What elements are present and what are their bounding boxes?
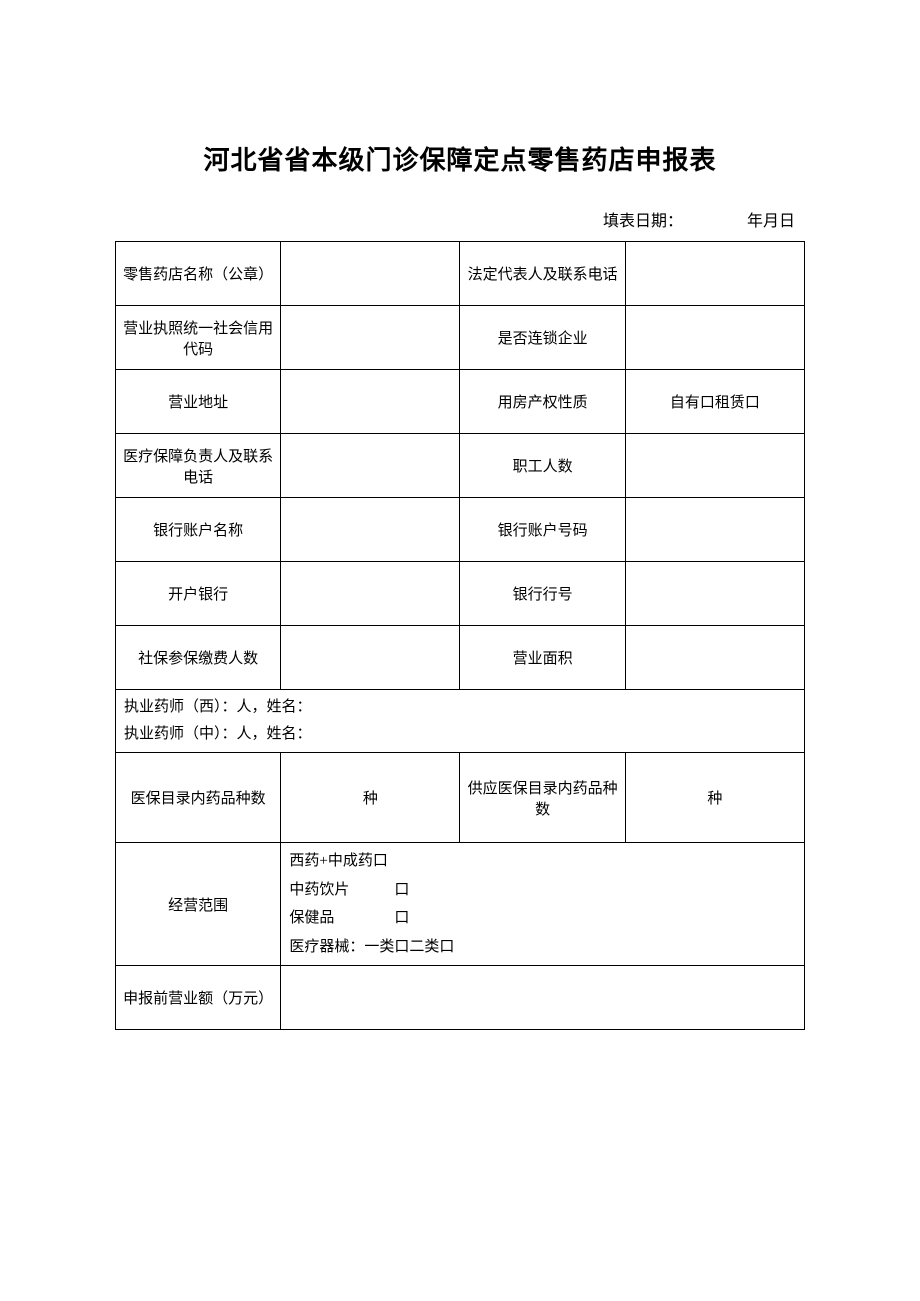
- table-row: 银行账户名称 银行账户号码: [116, 498, 805, 562]
- field-supply-drug-types[interactable]: 种: [625, 753, 804, 843]
- table-row-scope: 经营范围 西药+中成药口 中药饮片 口 保健品 口 医疗器械：一类口二类口: [116, 843, 805, 966]
- table-row: 医疗保障负责人及联系电话 职工人数: [116, 434, 805, 498]
- scope-line-1: 西药+中成药口: [289, 847, 798, 876]
- label-business-scope: 经营范围: [116, 843, 281, 966]
- field-legal-rep[interactable]: [625, 242, 804, 306]
- field-is-chain[interactable]: [625, 306, 804, 370]
- pharmacist-west-line: 执业药师（西）：人，姓名：: [124, 694, 798, 721]
- label-bank-name: 开户银行: [116, 562, 281, 626]
- pharmacist-chinese-line: 执业药师（中）：人，姓名：: [124, 721, 798, 748]
- application-table: 零售药店名称（公章） 法定代表人及联系电话 营业执照统一社会信用代码 是否连锁企…: [115, 241, 805, 1030]
- label-store-name: 零售药店名称（公章）: [116, 242, 281, 306]
- label-drug-types: 医保目录内药品种数: [116, 753, 281, 843]
- label-bank-account-no: 银行账户号码: [460, 498, 625, 562]
- field-bank-account-no[interactable]: [625, 498, 804, 562]
- field-employee-count[interactable]: [625, 434, 804, 498]
- field-med-manager[interactable]: [281, 434, 460, 498]
- table-row: 零售药店名称（公章） 法定代表人及联系电话: [116, 242, 805, 306]
- field-license-code[interactable]: [281, 306, 460, 370]
- date-row: 填表日期： 年月日: [115, 207, 805, 231]
- label-address: 营业地址: [116, 370, 281, 434]
- table-row: 开户银行 银行行号: [116, 562, 805, 626]
- table-row-pharmacist: 执业药师（西）：人，姓名： 执业药师（中）：人，姓名：: [116, 690, 805, 753]
- date-value: 年月日: [747, 213, 795, 230]
- table-row: 营业执照统一社会信用代码 是否连锁企业: [116, 306, 805, 370]
- label-bank-account-name: 银行账户名称: [116, 498, 281, 562]
- field-address[interactable]: [281, 370, 460, 434]
- field-business-scope[interactable]: 西药+中成药口 中药饮片 口 保健品 口 医疗器械：一类口二类口: [281, 843, 805, 966]
- label-pre-revenue: 申报前营业额（万元）: [116, 966, 281, 1030]
- field-pharmacist[interactable]: 执业药师（西）：人，姓名： 执业药师（中）：人，姓名：: [116, 690, 805, 753]
- scope-line-3: 保健品 口: [289, 904, 798, 933]
- label-med-manager: 医疗保障负责人及联系电话: [116, 434, 281, 498]
- label-property-nature: 用房产权性质: [460, 370, 625, 434]
- table-row: 医保目录内药品种数 种 供应医保目录内药品种数 种: [116, 753, 805, 843]
- scope-line-4: 医疗器械：一类口二类口: [289, 933, 798, 962]
- label-insured-count: 社保参保缴费人数: [116, 626, 281, 690]
- label-employee-count: 职工人数: [460, 434, 625, 498]
- field-bank-account-name[interactable]: [281, 498, 460, 562]
- label-business-area: 营业面积: [460, 626, 625, 690]
- field-bank-name[interactable]: [281, 562, 460, 626]
- date-label: 填表日期：: [603, 213, 683, 230]
- field-store-name[interactable]: [281, 242, 460, 306]
- label-bank-code: 银行行号: [460, 562, 625, 626]
- field-pre-revenue[interactable]: [281, 966, 805, 1030]
- field-insured-count[interactable]: [281, 626, 460, 690]
- field-property-nature[interactable]: 自有口租赁口: [625, 370, 804, 434]
- label-supply-drug-types: 供应医保目录内药品种数: [460, 753, 625, 843]
- table-row: 社保参保缴费人数 营业面积: [116, 626, 805, 690]
- label-license-code: 营业执照统一社会信用代码: [116, 306, 281, 370]
- label-is-chain: 是否连锁企业: [460, 306, 625, 370]
- scope-line-2: 中药饮片 口: [289, 876, 798, 905]
- page-title: 河北省省本级门诊保障定点零售药店申报表: [115, 140, 805, 177]
- field-bank-code[interactable]: [625, 562, 804, 626]
- field-drug-types[interactable]: 种: [281, 753, 460, 843]
- label-legal-rep: 法定代表人及联系电话: [460, 242, 625, 306]
- table-row: 申报前营业额（万元）: [116, 966, 805, 1030]
- table-row: 营业地址 用房产权性质 自有口租赁口: [116, 370, 805, 434]
- field-business-area[interactable]: [625, 626, 804, 690]
